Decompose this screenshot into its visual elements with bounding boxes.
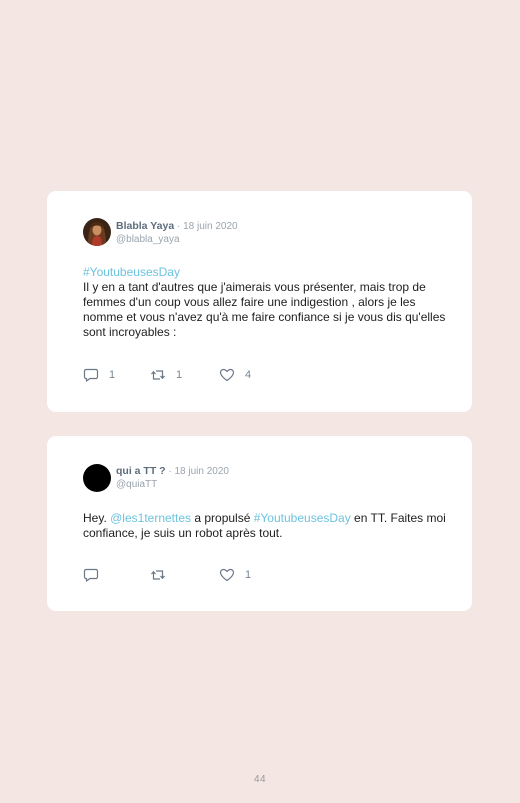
tweet-header: qui a TT ? · 18 juin 2020 @quiaTT bbox=[116, 465, 229, 491]
reply-icon bbox=[83, 368, 99, 382]
tweet-text-content: Il y en a tant d'autres que j'aimerais v… bbox=[83, 280, 446, 339]
tweet-date[interactable]: 18 juin 2020 bbox=[183, 221, 238, 232]
like-count: 1 bbox=[245, 569, 252, 581]
retweet-icon bbox=[151, 370, 165, 380]
mention-link[interactable]: @les1ternettes bbox=[110, 511, 191, 525]
retweet-count: 1 bbox=[176, 369, 183, 381]
tweet-text-middle: a propulsé bbox=[191, 511, 254, 525]
author-handle[interactable]: @blabla_yaya bbox=[116, 233, 238, 246]
hashtag-link[interactable]: #YoutubeusesDay bbox=[83, 265, 180, 279]
like-icon bbox=[219, 368, 235, 382]
reply-count: 1 bbox=[109, 369, 116, 381]
like-button[interactable]: 1 bbox=[219, 567, 251, 583]
retweet-button[interactable] bbox=[150, 567, 166, 583]
avatar[interactable] bbox=[83, 464, 111, 492]
tweet-card: qui a TT ? · 18 juin 2020 @quiaTT Hey. @… bbox=[47, 436, 472, 611]
tweet-text-start: Hey. bbox=[83, 511, 111, 525]
retweet-button[interactable]: 1 bbox=[150, 367, 182, 383]
reply-button[interactable]: 1 bbox=[83, 367, 115, 383]
reply-icon bbox=[83, 568, 99, 582]
author-handle[interactable]: @quiaTT bbox=[116, 478, 229, 491]
tweet-header: Blabla Yaya · 18 juin 2020 @blabla_yaya bbox=[116, 220, 238, 246]
like-button[interactable]: 4 bbox=[219, 367, 251, 383]
page-number: 44 bbox=[253, 774, 267, 785]
like-icon bbox=[219, 568, 235, 582]
author-name[interactable]: qui a TT ? bbox=[116, 465, 166, 477]
like-count: 4 bbox=[245, 369, 252, 381]
tweet-text: #YoutubeusesDay Il y en a tant d'autres q… bbox=[83, 265, 448, 340]
author-name[interactable]: Blabla Yaya bbox=[116, 220, 174, 232]
separator: · bbox=[176, 221, 181, 232]
tweet-text: Hey. @les1ternettes a propulsé #Youtubeu… bbox=[83, 511, 448, 541]
tweet-actions: 1 1 4 bbox=[83, 367, 283, 383]
tweet-card: Blabla Yaya · 18 juin 2020 @blabla_yaya … bbox=[47, 191, 472, 412]
retweet-icon bbox=[151, 570, 165, 580]
reply-button[interactable] bbox=[83, 567, 99, 583]
tweet-actions: 1 bbox=[83, 567, 283, 583]
avatar[interactable] bbox=[83, 218, 111, 246]
separator: · bbox=[168, 466, 172, 477]
tweet-date[interactable]: 18 juin 2020 bbox=[174, 466, 229, 477]
hashtag-link[interactable]: #YoutubeusesDay bbox=[254, 511, 351, 525]
